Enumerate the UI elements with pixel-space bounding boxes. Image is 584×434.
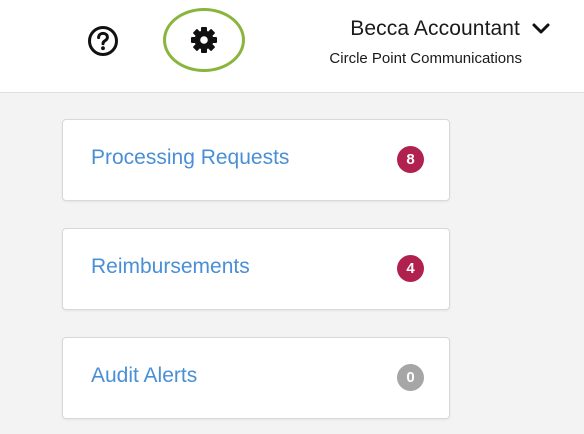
gear-icon bbox=[191, 27, 217, 53]
processing-requests-card[interactable]: Processing Requests 8 bbox=[62, 119, 450, 201]
organization-name: Circle Point Communications bbox=[329, 50, 522, 67]
reimbursements-card[interactable]: Reimbursements 4 bbox=[62, 228, 450, 310]
reimbursements-link[interactable]: Reimbursements bbox=[91, 255, 250, 279]
processing-requests-link[interactable]: Processing Requests bbox=[91, 146, 289, 170]
audit-alerts-card[interactable]: Audit Alerts 0 bbox=[62, 337, 450, 419]
user-name[interactable]: Becca Accountant bbox=[350, 17, 520, 41]
processing-requests-count-badge: 8 bbox=[397, 146, 424, 173]
reimbursements-count-badge: 4 bbox=[397, 255, 424, 282]
settings-button[interactable] bbox=[163, 8, 245, 72]
audit-alerts-count-badge: 0 bbox=[397, 364, 424, 391]
help-button[interactable] bbox=[86, 24, 120, 58]
top-header: Becca Accountant Circle Point Communicat… bbox=[0, 0, 584, 93]
question-circle-icon bbox=[88, 26, 118, 56]
audit-alerts-link[interactable]: Audit Alerts bbox=[91, 364, 197, 388]
chevron-down-icon[interactable] bbox=[530, 18, 552, 40]
